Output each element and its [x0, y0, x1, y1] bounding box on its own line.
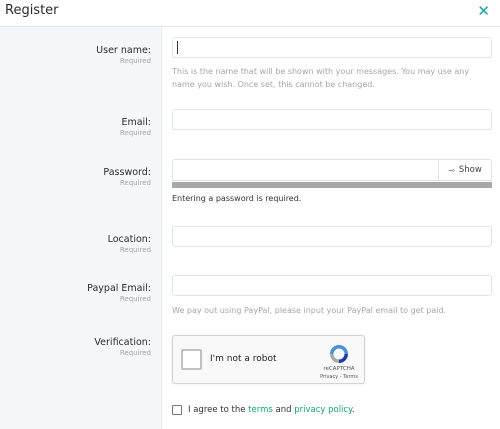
close-icon[interactable]: ✕: [477, 2, 490, 20]
show-label: Show: [458, 165, 482, 175]
terms-link[interactable]: terms: [248, 405, 273, 415]
paypal-input[interactable]: [172, 275, 492, 296]
location-input[interactable]: [172, 226, 492, 247]
label-column: [0, 27, 162, 429]
location-label: Location:: [107, 234, 151, 245]
password-required: Required: [119, 179, 151, 187]
dialog-header: Register ✕: [0, 0, 500, 27]
location-required: Required: [119, 246, 151, 254]
password-input[interactable]: ⊸ Show: [172, 159, 492, 181]
agree-row: I agree to the terms and privacy policy.: [172, 405, 355, 415]
paypal-required: Required: [119, 295, 151, 303]
recaptcha-icon: [330, 345, 348, 363]
text-caret: [177, 41, 178, 54]
username-input[interactable]: [172, 37, 492, 58]
recaptcha-widget: I'm not a robot reCAPTCHA Privacy - Term…: [172, 335, 365, 384]
email-required: Required: [119, 129, 151, 137]
paypal-hint: We pay out using PayPal, please input yo…: [172, 306, 447, 315]
username-required: Required: [119, 57, 151, 65]
password-message: Entering a password is required.: [172, 194, 302, 203]
email-label: Email:: [121, 117, 151, 128]
password-label: Password:: [103, 167, 151, 178]
dialog-title: Register: [5, 3, 59, 18]
recaptcha-label: I'm not a robot: [210, 354, 277, 364]
agree-prefix: I agree to the: [188, 405, 246, 415]
username-hint: This is the name that will be shown with…: [172, 67, 470, 89]
paypal-label: Paypal Email:: [87, 283, 151, 294]
verification-label: Verification:: [94, 337, 151, 348]
password-strength-meter: [172, 182, 492, 188]
recaptcha-links[interactable]: Privacy - Terms: [311, 374, 367, 380]
show-password-button[interactable]: ⊸ Show: [438, 160, 491, 180]
eye-icon: ⊸: [448, 165, 455, 175]
agree-suffix: .: [351, 405, 355, 415]
recaptcha-checkbox[interactable]: [181, 349, 202, 370]
agree-and: and: [275, 405, 292, 415]
verification-required: Required: [119, 349, 151, 357]
privacy-policy-link[interactable]: privacy policy: [294, 405, 352, 415]
username-label: User name:: [96, 45, 151, 56]
agree-checkbox[interactable]: [172, 405, 182, 415]
recaptcha-brand: reCAPTCHA: [323, 366, 355, 372]
email-input[interactable]: [172, 109, 492, 130]
